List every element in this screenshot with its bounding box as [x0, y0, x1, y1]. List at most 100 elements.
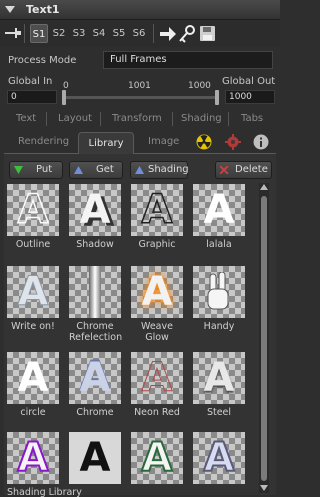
global-out-label: Global Out [222, 76, 276, 87]
letter-a-icon: A [17, 269, 49, 316]
global-range-track[interactable] [62, 96, 218, 99]
tool-header[interactable]: Text1 [0, 0, 280, 20]
preset-thumbnail: A [7, 266, 59, 318]
slot-s4[interactable]: S4 [90, 24, 108, 43]
letter-a-icon: A [79, 355, 111, 401]
tab-library[interactable]: Library [78, 132, 134, 154]
global-in-handle[interactable] [62, 90, 66, 105]
letter-a-icon: A [17, 186, 49, 234]
preset-chrome[interactable]: A Chrome [69, 352, 121, 419]
preset-shadow[interactable]: A Shadow [69, 184, 121, 251]
tab-text[interactable]: Text [16, 113, 36, 124]
preset-thumbnail: A [193, 184, 245, 236]
preset-thumbnail [193, 266, 245, 318]
put-arrow-icon [14, 166, 23, 174]
save-icon[interactable] [200, 26, 215, 41]
global-out-field[interactable]: 1000 [225, 90, 275, 104]
letter-a-icon: A [79, 187, 111, 233]
scrollbar-thumb[interactable] [261, 196, 267, 481]
preset-handy[interactable]: Handy [193, 266, 245, 333]
tab-tabs[interactable]: Tabs [241, 113, 263, 124]
preset-caption: lalala [206, 239, 232, 250]
slot-s3[interactable]: S3 [70, 24, 88, 43]
put-button[interactable]: Put [9, 161, 63, 179]
preset-caption: Steel [206, 407, 232, 418]
preset-thumbnail: A [193, 432, 245, 484]
preset-thumbnail: A [131, 352, 183, 404]
delete-label: Delete [235, 164, 268, 175]
global-in-field[interactable]: 0 [7, 90, 57, 104]
shading-button[interactable]: Shading [130, 161, 189, 179]
peace-hand-icon [207, 272, 229, 310]
scroll-down-icon[interactable] [260, 485, 268, 491]
shading-arrow-icon [135, 166, 144, 174]
collapse-triangle-icon[interactable] [5, 6, 15, 13]
preset-shading-library[interactable]: A Shading Library [7, 432, 82, 497]
tab-layout[interactable]: Layout [58, 113, 92, 124]
preset-caption: Shading Library [7, 487, 82, 497]
global-out-handle[interactable] [215, 90, 219, 105]
scroll-up-icon[interactable] [260, 184, 268, 190]
preset-thumbnail: A [69, 432, 121, 484]
slot-s5[interactable]: S5 [110, 24, 128, 43]
chrome-bar-icon [89, 266, 101, 318]
preset-write-on[interactable]: A Write on! [7, 266, 59, 333]
tab-shading[interactable]: Shading [181, 113, 222, 124]
preset-caption: Chrome [76, 407, 114, 418]
preset-item[interactable]: A [193, 432, 245, 487]
tab-transform[interactable]: Transform [112, 113, 162, 124]
range-scale-end: 1000 [188, 81, 211, 91]
tab-rendering[interactable]: Rendering [18, 136, 69, 147]
preset-item[interactable]: A [69, 432, 121, 487]
tab-separator [46, 112, 47, 126]
preset-thumbnail: A [7, 352, 59, 404]
preset-thumbnail: A [131, 184, 183, 236]
letter-a-icon: A [17, 434, 50, 482]
delete-button[interactable]: Delete [215, 161, 272, 179]
letter-a-icon: A [203, 355, 235, 401]
preset-neon-red[interactable]: A Neon Red [131, 352, 183, 419]
letter-a-icon: A [203, 187, 235, 233]
preset-lalala[interactable]: A lalala [193, 184, 245, 251]
global-in-label: Global In [8, 76, 53, 87]
preset-outline[interactable]: A Outline [7, 184, 59, 251]
slot-s2[interactable]: S2 [50, 24, 68, 43]
delete-x-icon [220, 166, 229, 174]
preset-thumbnail: A [7, 184, 59, 236]
preset-caption: Shadow [76, 239, 114, 250]
preset-circle[interactable]: A circle [7, 352, 59, 419]
preset-thumbnail: A [193, 352, 245, 404]
key-icon[interactable] [178, 25, 196, 43]
letter-a-icon: A [79, 435, 111, 481]
toolbar-divider [153, 24, 154, 43]
process-mode-select[interactable]: Full Frames [103, 51, 273, 69]
get-button[interactable]: Get [69, 161, 123, 179]
pin-icon[interactable] [5, 27, 21, 39]
info-icon[interactable] [253, 134, 269, 150]
gear-icon[interactable] [225, 134, 241, 150]
slot-s6[interactable]: S6 [130, 24, 148, 43]
preset-caption: circle [20, 407, 46, 418]
tab-image[interactable]: Image [148, 136, 179, 147]
preset-thumbnail [69, 266, 121, 318]
get-label: Get [96, 164, 114, 175]
get-arrow-icon [74, 166, 83, 174]
preset-chrome-reflection[interactable]: Chrome Refelection [69, 266, 122, 343]
preset-thumbnail: A [69, 352, 121, 404]
arrow-right-icon[interactable] [160, 27, 176, 41]
slot-toolbar: S1 S2 S3 S4 S5 S6 [0, 21, 280, 47]
preset-caption: Handy [203, 321, 235, 332]
letter-a-icon: A [141, 186, 173, 234]
slot-s1[interactable]: S1 [30, 24, 48, 43]
tab-separator [100, 112, 101, 126]
preset-item[interactable]: A [131, 432, 183, 487]
preset-graphic[interactable]: A Graphic [131, 184, 183, 251]
radiation-icon[interactable] [196, 134, 212, 150]
tool-title: Text1 [26, 3, 60, 16]
preset-weave-glow[interactable]: A Weave Glow [131, 266, 183, 343]
preset-steel[interactable]: A Steel [193, 352, 245, 419]
preset-thumbnail: A [131, 432, 183, 484]
process-mode-label: Process Mode [8, 55, 77, 66]
range-scale-mid: 1001 [128, 81, 151, 91]
preset-caption: Write on! [11, 321, 55, 332]
